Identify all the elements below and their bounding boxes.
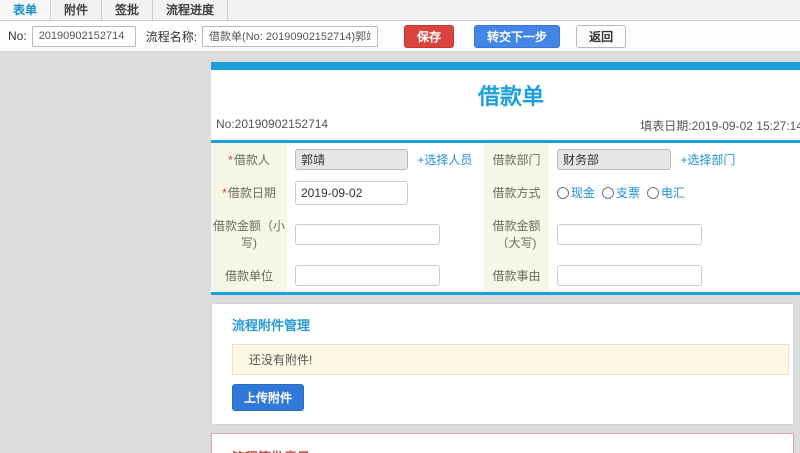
form-fill-date: 填表日期:2019-09-02 15:27:14 — [640, 119, 800, 133]
borrower-input[interactable] — [295, 149, 408, 170]
reason-label: 借款事由 — [484, 259, 549, 292]
tab-bar: 表单 附件 签批 流程进度 — [0, 0, 800, 21]
cheque-label: 支票 — [616, 186, 641, 200]
select-person-link[interactable]: +选择人员 — [417, 153, 472, 167]
borrower-label: 借款人 — [233, 153, 270, 167]
department-label: 借款部门 — [484, 143, 549, 176]
required-mark: * — [228, 153, 233, 167]
table-row: *借款日期 借款方式 现金 — [211, 176, 800, 209]
upload-attachment-button[interactable]: 上传附件 — [232, 384, 305, 411]
cheque-radio[interactable] — [602, 186, 615, 199]
toolbar: No: 流程名称: 保存 转交下一步 返回 — [0, 21, 800, 52]
amount-lower-label: 借款金额（小写) — [211, 209, 287, 259]
approval-heading: 流程签批意见 — [232, 447, 789, 453]
loan-form: 借款单 No:20190902152714 填表日期:2019-09-02 15… — [211, 70, 800, 295]
tab-approval[interactable]: 签批 — [102, 0, 154, 20]
approval-section: 流程签批意见 B I abc ✎ ∞ ∞ ⚑ — [211, 433, 794, 453]
form-number: No:20190902152714 — [216, 117, 329, 131]
back-button[interactable]: 返回 — [576, 24, 627, 48]
required-mark: * — [222, 186, 227, 200]
no-attachments-message: 还没有附件! — [232, 344, 789, 375]
wire-radio[interactable] — [647, 186, 660, 199]
reason-input[interactable] — [557, 265, 702, 286]
tab-form[interactable]: 表单 — [0, 0, 52, 20]
unit-label: 借款单位 — [211, 259, 287, 292]
method-option-cash[interactable]: 现金 — [557, 184, 595, 201]
tab-progress[interactable]: 流程进度 — [153, 0, 229, 20]
cash-radio[interactable] — [557, 186, 569, 199]
form-meta-row: No:20190902152714 填表日期:2019-09-02 15:27:… — [211, 117, 800, 140]
amount-lower-input[interactable] — [295, 223, 440, 245]
divider-line-bottom — [211, 292, 800, 295]
wire-label: 电汇 — [661, 186, 686, 200]
table-row: *借款人 +选择人员 借款部门 +选择部门 — [211, 143, 800, 176]
cash-label: 现金 — [571, 186, 596, 200]
panel-top-accent-bar — [211, 62, 800, 70]
process-name-label: 流程名称: — [145, 29, 198, 44]
attachments-heading: 流程附件管理 — [232, 318, 311, 333]
attachments-section: 流程附件管理 还没有附件! 上传附件 — [211, 303, 794, 425]
method-option-cheque[interactable]: 支票 — [602, 184, 640, 201]
process-name-input[interactable] — [202, 25, 379, 47]
no-label: No: — [8, 29, 27, 43]
amount-upper-label: 借款金额（大写) — [484, 209, 549, 259]
page-background: 借款单 No:20190902152714 填表日期:2019-09-02 15… — [0, 62, 800, 453]
forward-next-step-button[interactable]: 转交下一步 — [474, 24, 561, 48]
borrower-label-cell: *借款人 — [211, 143, 287, 176]
method-radio-group: 现金 支票 电汇 — [557, 184, 800, 201]
borrow-date-label-cell: *借款日期 — [211, 176, 287, 209]
table-row: 借款单位 借款事由 — [211, 259, 800, 292]
select-department-link[interactable]: +选择部门 — [680, 153, 735, 167]
method-option-wire[interactable]: 电汇 — [647, 184, 685, 201]
table-row: 借款金额（小写) 借款金额（大写) — [211, 209, 800, 259]
form-panel: 借款单 No:20190902152714 填表日期:2019-09-02 15… — [211, 62, 800, 453]
unit-input[interactable] — [295, 265, 440, 286]
method-label: 借款方式 — [484, 176, 549, 209]
department-input[interactable] — [557, 149, 671, 170]
tab-attachments[interactable]: 附件 — [51, 0, 103, 20]
no-input[interactable] — [31, 25, 136, 47]
borrow-date-input[interactable] — [295, 180, 408, 205]
form-fields-table: *借款人 +选择人员 借款部门 +选择部门 *借款日期 — [211, 143, 800, 292]
amount-upper-input[interactable] — [557, 223, 702, 245]
form-title: 借款单 — [477, 84, 544, 109]
borrow-date-label: 借款日期 — [227, 186, 276, 200]
save-button[interactable]: 保存 — [404, 24, 455, 48]
